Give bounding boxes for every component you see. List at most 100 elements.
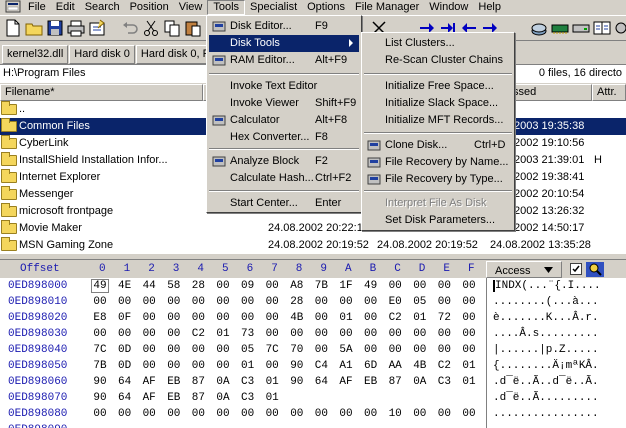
hex-text[interactable]: ........(...à...	[493, 296, 599, 308]
tab-hard-disk-0[interactable]: Hard disk 0	[69, 45, 135, 64]
menu-search[interactable]: Search	[80, 0, 125, 15]
tab-kernel32[interactable]: kernel32.dll	[2, 45, 69, 64]
ram-icon[interactable]	[551, 19, 569, 37]
hex-byte[interactable]: E8	[92, 312, 108, 324]
hex-byte[interactable]: 00	[166, 328, 182, 340]
hex-byte[interactable]: 00	[363, 408, 379, 420]
hex-byte[interactable]: 00	[190, 360, 206, 372]
hex-byte[interactable]: 00	[264, 312, 280, 324]
hex-byte[interactable]: 00	[436, 408, 452, 420]
hex-byte[interactable]: 00	[215, 408, 231, 420]
menu-item-initialize-free-space[interactable]: Initialize Free Space...	[364, 78, 512, 95]
hex-byte[interactable]: 00	[215, 312, 231, 324]
hex-byte[interactable]: AF	[141, 392, 157, 404]
hex-byte[interactable]: 00	[141, 360, 157, 372]
hex-byte[interactable]: C2	[190, 328, 206, 340]
hex-byte[interactable]: 00	[313, 328, 329, 340]
hex-byte[interactable]: 00	[461, 328, 477, 340]
hex-byte[interactable]: 87	[190, 392, 206, 404]
system-menu-icon[interactable]	[3, 0, 23, 15]
menu-item-invoke-text-editor[interactable]: Invoke Text Editor	[209, 78, 359, 95]
menu-item-calculate-hash[interactable]: Calculate Hash... Ctrl+F2	[209, 170, 359, 187]
hex-byte[interactable]: 00	[313, 408, 329, 420]
hex-byte[interactable]: 00	[461, 408, 477, 420]
hex-byte[interactable]: 00	[215, 360, 231, 372]
save-icon[interactable]	[46, 19, 64, 37]
hex-byte[interactable]: 00	[141, 344, 157, 356]
hex-byte[interactable]: 58	[166, 280, 182, 292]
menu-item-start-center[interactable]: Start Center... Enter	[209, 195, 359, 212]
hex-byte[interactable]: 01	[338, 312, 354, 324]
hex-byte[interactable]: 00	[363, 312, 379, 324]
hex-byte[interactable]: 00	[436, 344, 452, 356]
hex-byte[interactable]: 00	[240, 296, 256, 308]
hex-byte[interactable]: 00	[363, 296, 379, 308]
hex-byte[interactable]: 00	[264, 360, 280, 372]
menu-edit[interactable]: Edit	[51, 0, 80, 15]
menu-item-list-clusters[interactable]: List Clusters...	[364, 35, 512, 52]
hex-byte[interactable]: 64	[313, 376, 329, 388]
hex-byte[interactable]: 00	[289, 408, 305, 420]
hex-text[interactable]: ................	[493, 408, 599, 420]
hex-byte[interactable]: 4B	[412, 360, 428, 372]
hex-text[interactable]: ....Â.s.........	[493, 328, 599, 340]
menu-item-file-recovery-by-type[interactable]: File Recovery by Type...	[364, 171, 512, 188]
menu-file-manager[interactable]: File Manager	[350, 0, 424, 15]
hex-byte[interactable]: 00	[141, 328, 157, 340]
hex-text[interactable]: .d¯ë..Ã.........	[493, 392, 599, 404]
hex-byte[interactable]: 49	[363, 280, 379, 292]
hex-byte[interactable]: 00	[412, 344, 428, 356]
hex-byte[interactable]: A8	[289, 280, 305, 292]
new-file-icon[interactable]	[4, 19, 22, 37]
hex-byte[interactable]: AF	[338, 376, 354, 388]
hex-view[interactable]: 0ED898000 49 4E 44 58 28 00 09 00 A8 7B 1F 49 00 00 00 0…	[0, 278, 626, 428]
hex-byte[interactable]: 90	[92, 392, 108, 404]
hex-byte[interactable]: 00	[166, 296, 182, 308]
hex-byte[interactable]: C3	[240, 392, 256, 404]
file-row[interactable]: Movie Maker 24.08.2002 20:22:1 2002 14:50:…	[0, 220, 626, 237]
hex-byte[interactable]: 00	[92, 296, 108, 308]
hex-byte[interactable]: 00	[190, 408, 206, 420]
menu-item-invoke-viewer[interactable]: Invoke Viewer Shift+F9	[209, 95, 359, 112]
hex-byte[interactable]: 00	[412, 280, 428, 292]
hex-byte[interactable]: 00	[117, 328, 133, 340]
menu-item-set-disk-parameters[interactable]: Set Disk Parameters...	[364, 212, 512, 229]
hex-byte[interactable]: 49	[91, 279, 109, 293]
hex-byte[interactable]: 72	[436, 312, 452, 324]
hex-byte[interactable]: 00	[264, 296, 280, 308]
paste-icon[interactable]	[184, 19, 202, 37]
hex-byte[interactable]: 00	[412, 408, 428, 420]
hex-byte[interactable]: 90	[289, 376, 305, 388]
hex-byte[interactable]: 0D	[117, 344, 133, 356]
hex-byte[interactable]: 44	[141, 280, 157, 292]
hex-byte[interactable]: 90	[289, 360, 305, 372]
menu-file[interactable]: File	[23, 0, 51, 15]
hex-byte[interactable]: 00	[338, 296, 354, 308]
hex-byte[interactable]: 00	[166, 360, 182, 372]
hex-byte[interactable]: 4B	[289, 312, 305, 324]
hex-text[interactable]: .d¯ë..Ã..d¯ë..Ã.	[493, 376, 599, 388]
hex-byte[interactable]: 0A	[215, 392, 231, 404]
hex-byte[interactable]: 00	[461, 296, 477, 308]
hex-byte[interactable]: 00	[264, 280, 280, 292]
compare-icon[interactable]	[593, 19, 611, 37]
access-button[interactable]: Access	[486, 261, 562, 278]
hex-text[interactable]: INDX(...¨{.I....	[493, 280, 601, 292]
menu-position[interactable]: Position	[125, 0, 174, 15]
hex-byte[interactable]: 1F	[338, 280, 354, 292]
hex-byte[interactable]: 00	[363, 344, 379, 356]
hex-byte[interactable]: 0D	[117, 360, 133, 372]
hex-byte[interactable]: 64	[117, 392, 133, 404]
menu-item-re-scan-cluster-chains[interactable]: Re-Scan Cluster Chains	[364, 52, 512, 69]
menu-options[interactable]: Options	[302, 0, 350, 15]
hex-byte[interactable]: 6D	[363, 360, 379, 372]
hex-byte[interactable]: 00	[436, 296, 452, 308]
print-icon[interactable]	[67, 19, 85, 37]
hex-byte[interactable]: 73	[240, 328, 256, 340]
hex-byte[interactable]: C3	[240, 376, 256, 388]
undo-icon[interactable]	[121, 19, 139, 37]
hex-byte[interactable]: 00	[141, 312, 157, 324]
hex-byte[interactable]: 00	[215, 280, 231, 292]
hex-byte[interactable]: 01	[412, 312, 428, 324]
hex-text[interactable]: {........Ä¡mªKÂ.	[493, 360, 599, 372]
